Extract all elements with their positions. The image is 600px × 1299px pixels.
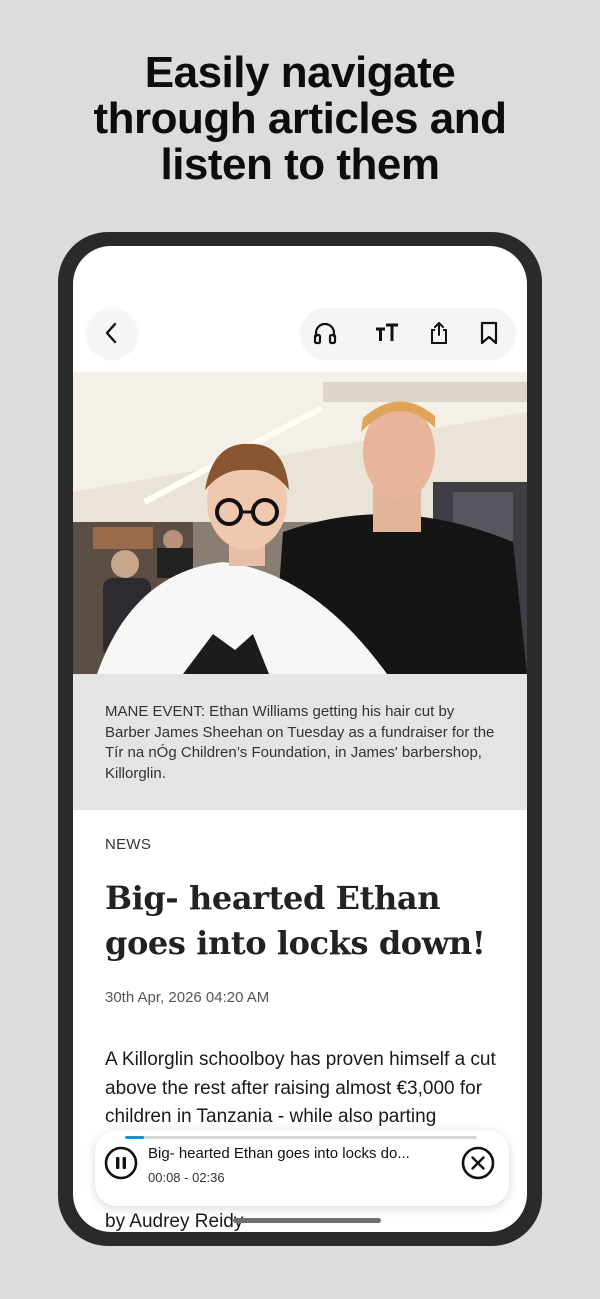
listen-button[interactable] [305, 308, 345, 358]
article-title: Big- hearted Ethan goes into locks down! [105, 879, 486, 962]
bookmark-button[interactable] [469, 308, 509, 358]
share-button[interactable] [419, 308, 459, 358]
share-icon [431, 322, 447, 344]
close-player-button[interactable] [461, 1146, 495, 1180]
article-date: 30th Apr, 2026 04:20 AM [105, 989, 270, 1006]
headline-line-1: Easily navigate [144, 48, 456, 97]
article-body: A Killorglin schoolboy has proven himsel… [105, 1049, 496, 1127]
progress-bar[interactable] [125, 1136, 477, 1139]
back-button[interactable] [87, 308, 137, 358]
caption-text: MANE EVENT: Ethan Williams getting his h… [105, 703, 495, 782]
phone-screen: MANE EVENT: Ethan Williams getting his h… [73, 246, 527, 1232]
home-indicator[interactable] [233, 1218, 381, 1223]
phone-frame: MANE EVENT: Ethan Williams getting his h… [58, 232, 542, 1246]
photo-caption: MANE EVENT: Ethan Williams getting his h… [73, 674, 527, 810]
chevron-left-icon [105, 322, 117, 344]
text-size-button[interactable] [367, 308, 407, 358]
headline-line-2: through articles and [93, 94, 507, 143]
player-time: 00:08 - 02:36 [148, 1170, 225, 1185]
promo-headline: Easily navigate through articles and lis… [0, 50, 600, 188]
pause-icon [104, 1146, 138, 1180]
action-group [301, 308, 515, 358]
close-circle-icon [461, 1146, 495, 1180]
player-title: Big- hearted Ethan goes into locks do... [148, 1145, 410, 1162]
barbershop-photo [73, 372, 527, 674]
article-category[interactable]: NEWS [105, 836, 151, 853]
audio-player: Big- hearted Ethan goes into locks do...… [95, 1130, 509, 1206]
bookmark-icon [480, 321, 498, 345]
headphones-icon [313, 322, 337, 345]
text-size-icon [376, 323, 398, 341]
article-photo [73, 372, 527, 674]
article-toolbar [73, 302, 527, 372]
headline-line-3: listen to them [160, 140, 440, 189]
progress-fill [125, 1136, 145, 1139]
pause-button[interactable] [104, 1146, 138, 1180]
article-byline: by Audrey Reidy [105, 1211, 244, 1232]
